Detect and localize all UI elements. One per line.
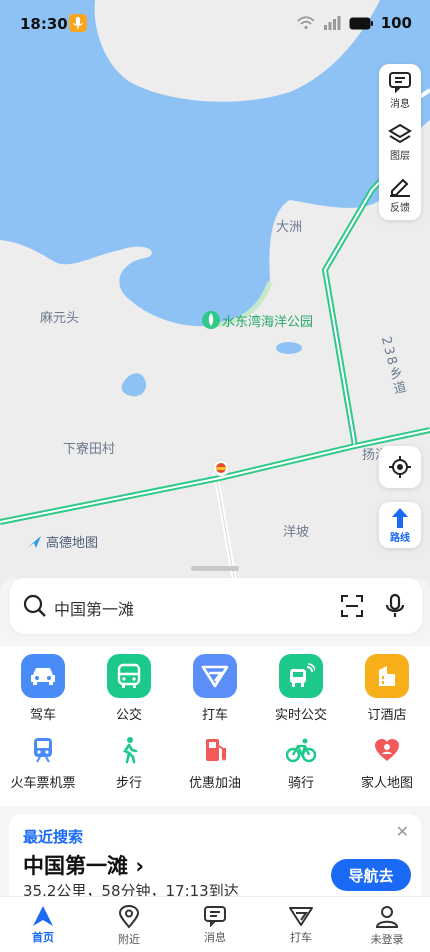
map-label-park[interactable]: 水东湾海洋公园 [222, 311, 313, 330]
family-map-button[interactable]: 家人地图 [344, 734, 430, 791]
hotel-button[interactable]: 订酒店 [344, 654, 430, 723]
sheet-drag-handle[interactable] [191, 566, 239, 571]
quick-row-2: 火车票机票 步行 优惠加油 骑行 家人地图 [0, 734, 430, 791]
layers-icon [388, 123, 412, 143]
hotel-label: 订酒店 [367, 708, 407, 723]
recent-destination[interactable]: 中国第一滩 › [23, 850, 144, 880]
recent-destination-name: 中国第一滩 [23, 854, 128, 878]
quick-actions: 驾车 公交 打车 实时公交 订酒店 火车票机票 步行 优惠加油 骑行 家人地图 [0, 646, 430, 806]
tab-profile[interactable]: 未登录 [344, 897, 430, 952]
tab-nearby-label: 附近 [118, 933, 140, 946]
fuel-discount-button[interactable]: 优惠加油 [172, 734, 258, 791]
map-label-yangpo: 洋坡 [283, 525, 310, 540]
feedback-icon [390, 178, 410, 197]
walk-button[interactable]: 步行 [86, 734, 172, 791]
user-icon [375, 906, 399, 928]
home-icon [33, 906, 53, 926]
tab-profile-label: 未登录 [370, 933, 404, 946]
message-icon [389, 71, 411, 93]
quick-row-1: 驾车 公交 打车 实时公交 订酒店 [0, 654, 430, 723]
message-tool-button[interactable]: 消息 [379, 64, 421, 116]
train-ticket-button[interactable]: 火车票机票 [0, 734, 86, 791]
brand-logo: 高德地图 [26, 532, 98, 551]
status-bar: 18:30 100 [0, 0, 430, 48]
family-map-icon [365, 734, 409, 766]
taxi-icon [193, 654, 237, 698]
hotel-icon [365, 654, 409, 698]
train-ticket-label: 火车票机票 [10, 776, 76, 791]
search-input[interactable]: 中国第一滩 [54, 596, 134, 620]
route-button[interactable]: 路线 [379, 502, 421, 548]
map-label-dazhou: 大洲 [276, 220, 303, 235]
feedback-tool-button[interactable]: 反馈 [379, 168, 421, 220]
scan-icon[interactable] [340, 594, 364, 618]
tab-home[interactable]: 首页 [0, 897, 86, 952]
route-label: 路线 [390, 532, 410, 544]
bottom-tab-bar: 首页 附近 消息 打车 未登录 [0, 896, 430, 952]
walk-label: 步行 [115, 776, 142, 791]
tab-messages-label: 消息 [204, 931, 226, 944]
map-view[interactable]: 大洲 麻元头 水东湾海洋公园 下寮田村 洋坡 扬洋 238乡道 高德地图 [0, 0, 430, 600]
map-canvas [0, 0, 430, 600]
locate-button[interactable] [379, 446, 421, 488]
message-tool-label: 消息 [390, 98, 410, 110]
signal-icon [323, 16, 341, 30]
map-tool-panel: 消息 图层 反馈 [379, 64, 421, 220]
feedback-tool-label: 反馈 [390, 202, 410, 214]
layers-tool-label: 图层 [390, 150, 410, 162]
tab-messages[interactable]: 消息 [172, 897, 258, 952]
recent-search-header: 最近搜索 [23, 828, 84, 846]
tab-taxi-label: 打车 [290, 931, 312, 944]
realtime-bus-button[interactable]: 实时公交 [258, 654, 344, 723]
bike-icon [279, 734, 323, 766]
train-icon [21, 734, 65, 766]
recording-mic-icon [69, 14, 87, 32]
bike-label: 骑行 [287, 776, 314, 791]
navigate-button[interactable]: 导航去 [331, 859, 411, 891]
bike-button[interactable]: 骑行 [258, 734, 344, 791]
bus-button[interactable]: 公交 [86, 654, 172, 723]
nearby-icon [118, 905, 140, 929]
fuel-icon [193, 734, 237, 766]
taxi-label: 打车 [201, 708, 228, 723]
map-label-xiazhaitian: 下寮田村 [63, 442, 116, 457]
voice-mic-icon[interactable] [383, 593, 407, 619]
bus-icon [107, 654, 151, 698]
search-bar[interactable]: 中国第一滩 [10, 578, 422, 634]
message-icon [204, 906, 226, 927]
taxi-button[interactable]: 打车 [172, 654, 258, 723]
fuel-discount-label: 优惠加油 [188, 776, 241, 791]
layers-tool-button[interactable]: 图层 [379, 116, 421, 168]
map-label-mayuantou: 麻元头 [40, 311, 80, 326]
locate-icon [389, 456, 411, 478]
battery-icon [349, 17, 373, 29]
family-map-label: 家人地图 [360, 776, 413, 791]
realtime-bus-label: 实时公交 [274, 708, 327, 723]
brand-arrow-icon [27, 535, 41, 548]
close-icon[interactable]: ✕ [396, 822, 409, 841]
search-icon [23, 594, 46, 617]
drive-button[interactable]: 驾车 [0, 654, 86, 723]
tab-nearby[interactable]: 附近 [86, 897, 172, 952]
realtime-bus-icon [279, 654, 323, 698]
car-icon [21, 654, 65, 698]
route-arrow-icon [392, 507, 408, 528]
bus-label: 公交 [115, 708, 142, 723]
drive-label: 驾车 [29, 708, 56, 723]
walk-icon [107, 734, 151, 766]
status-time: 18:30 [20, 15, 68, 33]
tab-taxi[interactable]: 打车 [258, 897, 344, 952]
tab-home-label: 首页 [32, 931, 54, 944]
chevron-right-icon: › [135, 854, 144, 878]
brand-name: 高德地图 [46, 536, 99, 551]
wifi-icon [297, 16, 315, 30]
taxi-icon [289, 907, 313, 926]
battery-level: 100 [380, 14, 412, 32]
